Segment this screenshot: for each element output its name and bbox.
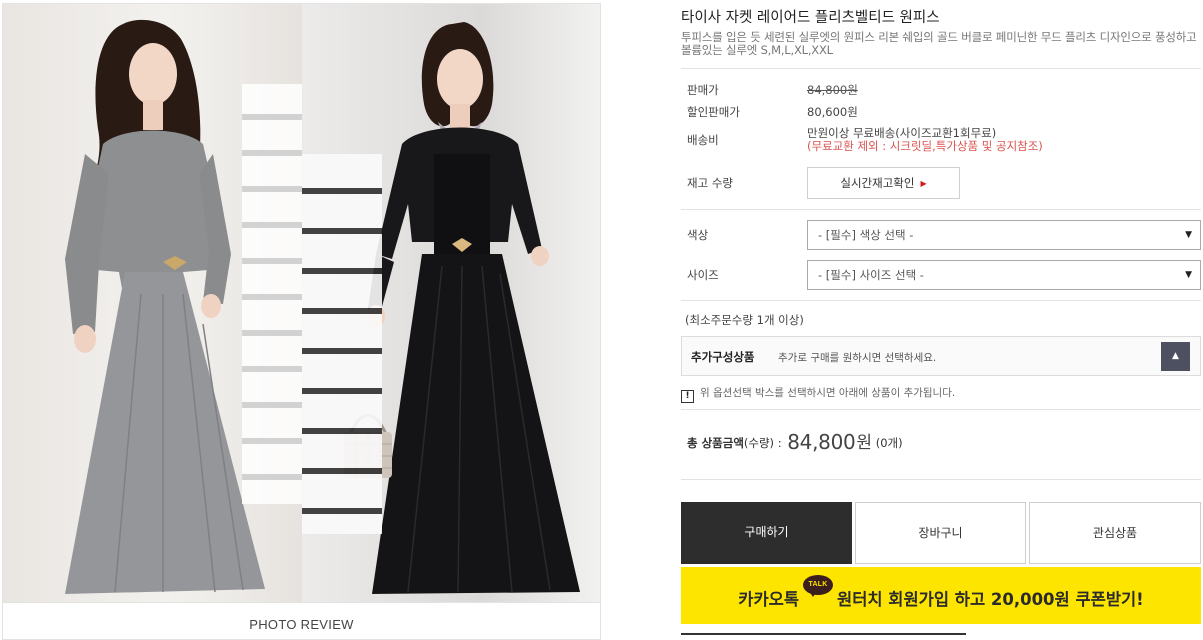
triangle-up-icon[interactable]: ▲	[1161, 342, 1190, 371]
product-info-panel: 타이사 자켓 레이어드 플리츠벨티드 원피스 투피스를 입은 듯 세련된 실루엣…	[681, 0, 1201, 640]
sale-price-label: 할인판매가	[687, 105, 740, 119]
add-to-cart-button[interactable]: 장바구니	[855, 502, 1026, 564]
divider	[681, 409, 1201, 410]
background-stairs-dark	[302, 154, 382, 534]
divider	[681, 479, 1201, 480]
exclamation-icon: !	[681, 390, 694, 403]
kakao-signup-banner[interactable]: 카카오톡 TALK 원터치 회원가입 하고 20,000원 쿠폰받기!	[681, 567, 1201, 624]
section-tab-underline	[681, 633, 966, 635]
kakao-banner-prefix: 카카오톡	[738, 590, 800, 609]
total-qty-label: (수량) :	[743, 436, 786, 450]
photo-panel-gray-dress	[3, 4, 302, 602]
divider	[681, 68, 1201, 69]
stock-label: 재고 수량	[687, 176, 733, 190]
triangle-down-icon: ▼	[1185, 230, 1192, 240]
product-gallery: PHOTO REVIEW	[0, 0, 602, 640]
original-price: 84,800원	[807, 83, 858, 97]
size-label: 사이즈	[687, 268, 719, 282]
color-select-value: - [필수] 색상 선택 -	[818, 228, 914, 242]
triangle-down-icon: ▼	[1185, 270, 1192, 280]
photo-panel-black-dress	[302, 4, 600, 602]
size-select[interactable]: - [필수] 사이즈 선택 - ▼	[807, 260, 1201, 290]
shipping-label: 배송비	[687, 133, 719, 147]
color-label: 색상	[687, 228, 709, 242]
stock-check-button[interactable]: 실시간재고확인 ▶	[807, 167, 960, 199]
divider	[681, 209, 1201, 210]
size-select-value: - [필수] 사이즈 선택 -	[818, 268, 924, 282]
price-label: 판매가	[687, 83, 719, 97]
product-title: 타이사 자켓 레이어드 플리츠벨티드 원피스	[681, 10, 940, 26]
addon-title: 추가구성상품	[691, 350, 755, 364]
total-currency: 원	[856, 433, 873, 453]
divider	[681, 300, 1201, 301]
shipping-exception-note: (무료교환 제외 : 시크릿딜,특가상품 및 공지참조)	[807, 139, 1043, 153]
buy-now-button[interactable]: 구매하기	[681, 502, 852, 564]
total-amount: 84,800	[787, 430, 856, 454]
option-notice-text: 위 옵션선택 박스를 선택하시면 아래에 상품이 추가됩니다.	[700, 387, 956, 399]
addon-products-box: 추가구성상품 추가로 구매를 원하시면 선택하세요. ▲	[681, 336, 1201, 376]
triangle-right-icon: ▶	[920, 179, 927, 188]
total-price: 총 상품금액(수량) : 84,800원 (0개)	[687, 428, 903, 454]
min-order-text: (최소주문수량 1개 이상)	[685, 313, 804, 327]
kakao-talk-icon: TALK	[803, 575, 834, 597]
background-stairs	[242, 84, 302, 504]
kakao-talk-icon-tail	[809, 591, 818, 597]
photo-review-link[interactable]: PHOTO REVIEW	[2, 603, 601, 640]
kakao-talk-icon-text: TALK	[803, 575, 834, 595]
kakao-banner-text: 원터치 회원가입 하고 20,000원 쿠폰받기!	[837, 590, 1144, 609]
product-photo[interactable]	[2, 3, 601, 603]
total-label: 총 상품금액	[687, 436, 744, 450]
color-select[interactable]: - [필수] 색상 선택 - ▼	[807, 220, 1201, 250]
stock-check-label: 실시간재고확인	[840, 176, 915, 190]
addon-description: 추가로 구매를 원하시면 선택하세요.	[778, 352, 937, 364]
sale-price: 80,600원	[807, 105, 858, 119]
total-count: (0개)	[875, 436, 903, 450]
option-notice: ! 위 옵션선택 박스를 선택하시면 아래에 상품이 추가됩니다.	[681, 385, 955, 403]
product-description: 투피스를 입은 듯 세련된 실루엣의 원피스 리본 쉐입의 골드 버클로 페미닌…	[681, 30, 1197, 57]
wishlist-button[interactable]: 관심상품	[1029, 502, 1201, 564]
